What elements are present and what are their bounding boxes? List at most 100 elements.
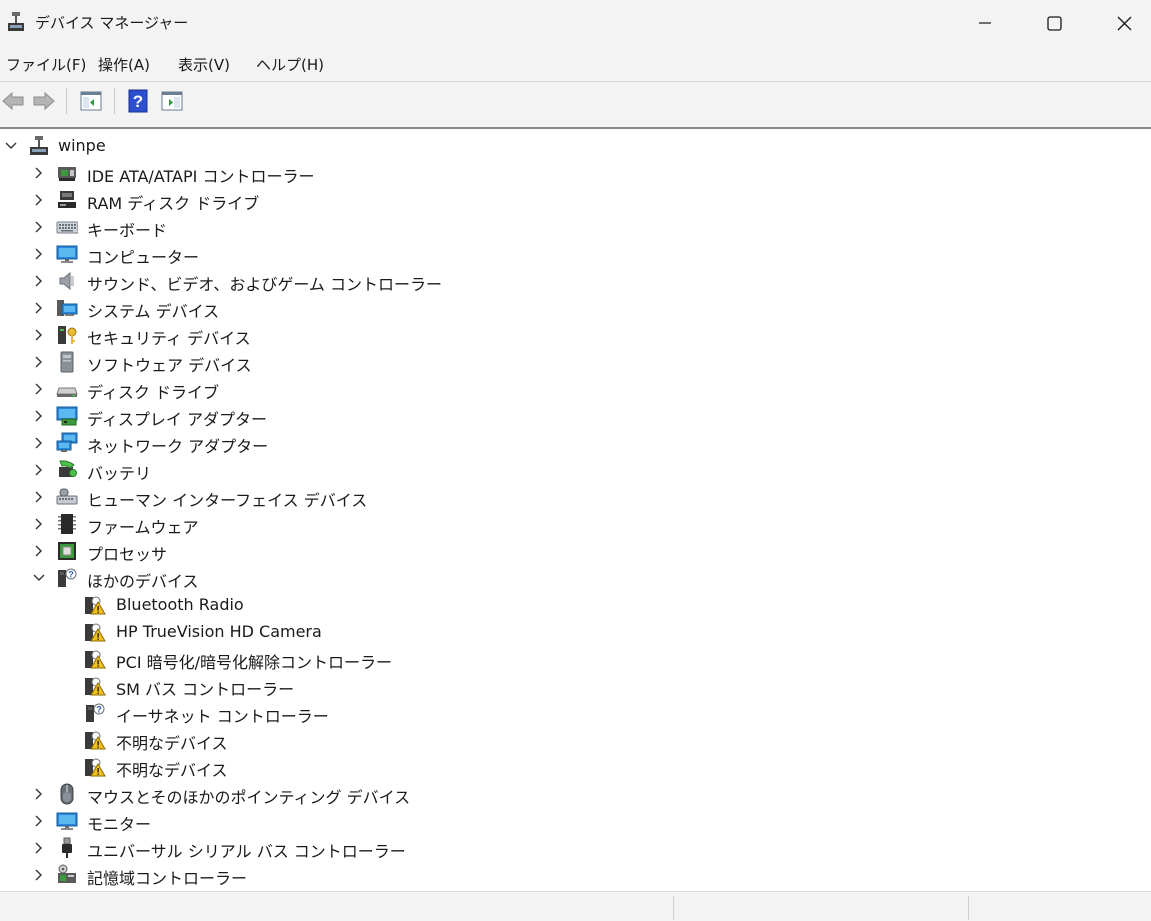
device-tree[interactable]: winpe IDE ATA/ATAPI コントローラー RAM ディスク ドライ…	[0, 127, 1151, 891]
device-item-label: Bluetooth Radio	[116, 595, 244, 614]
tree-category-display-adapter[interactable]: ディスプレイ アダプター	[0, 402, 500, 429]
tree-root-label: winpe	[58, 136, 106, 155]
device-item-label: イーサネット コントローラー	[116, 707, 329, 726]
chevron-right-icon[interactable]	[32, 193, 46, 207]
forward-button[interactable]	[31, 89, 57, 113]
show-hide-tree-button[interactable]	[78, 89, 104, 113]
computer-root-icon	[30, 136, 48, 155]
maximize-button[interactable]	[1031, 0, 1077, 46]
tree-category-disk[interactable]: ディスク ドライブ	[0, 375, 500, 402]
warning-device-icon	[85, 596, 106, 615]
menu-action[interactable]: 操作(A)	[98, 54, 150, 75]
speaker-icon	[59, 271, 74, 291]
chevron-right-icon[interactable]	[32, 544, 46, 558]
tree-category-label: ヒューマン インターフェイス デバイス	[87, 491, 368, 510]
tree-category-monitor[interactable]: モニター	[0, 807, 500, 834]
tree-category-other-devices[interactable]: ? ほかのデバイス	[0, 564, 500, 591]
chevron-right-icon[interactable]	[32, 382, 46, 396]
warning-device-icon	[85, 731, 106, 750]
network-adapter-icon	[56, 432, 78, 452]
help-button[interactable]: ?	[125, 89, 151, 113]
chevron-right-icon[interactable]	[32, 868, 46, 882]
chevron-right-icon[interactable]	[32, 355, 46, 369]
tree-category-computer[interactable]: コンピューター	[0, 240, 500, 267]
disk-drive-icon	[56, 387, 78, 397]
device-item-camera[interactable]: HP TrueVision HD Camera	[0, 618, 500, 645]
chevron-right-icon[interactable]	[32, 166, 46, 180]
close-button[interactable]	[1101, 0, 1147, 46]
action-pane-button[interactable]	[159, 89, 185, 113]
chevron-right-icon[interactable]	[32, 787, 46, 801]
chevron-right-icon[interactable]	[32, 841, 46, 855]
tree-category-battery[interactable]: バッテリ	[0, 456, 500, 483]
properties-icon	[80, 91, 102, 111]
device-item-label: 不明なデバイス	[116, 734, 228, 753]
tree-category-ide[interactable]: IDE ATA/ATAPI コントローラー	[0, 159, 500, 186]
chevron-right-icon[interactable]	[32, 301, 46, 315]
chevron-right-icon[interactable]	[32, 517, 46, 531]
tree-category-network-adapter[interactable]: ネットワーク アダプター	[0, 429, 500, 456]
tree-category-usb[interactable]: ユニバーサル シリアル バス コントローラー	[0, 834, 500, 861]
device-item-bluetooth[interactable]: Bluetooth Radio	[0, 591, 500, 618]
tree-category-system[interactable]: システム デバイス	[0, 294, 500, 321]
warning-device-icon	[85, 650, 106, 669]
unknown-device-icon: ?	[58, 568, 77, 587]
chevron-down-icon[interactable]	[4, 139, 18, 153]
storage-controller-icon	[58, 864, 76, 883]
tree-category-ram-disk[interactable]: RAM ディスク ドライブ	[0, 186, 500, 213]
svg-text:?: ?	[96, 705, 102, 715]
tree-category-security[interactable]: セキュリティ デバイス	[0, 321, 500, 348]
tree-category-label: セキュリティ デバイス	[87, 329, 251, 348]
device-item-unknown[interactable]: 不明なデバイス	[0, 726, 500, 753]
computer-icon	[56, 245, 78, 263]
chevron-right-icon[interactable]	[32, 220, 46, 234]
toolbar: ?	[0, 81, 1151, 120]
keyboard-icon	[56, 221, 78, 234]
tree-category-label: マウスとそのほかのポインティング デバイス	[87, 788, 411, 807]
chevron-right-icon[interactable]	[32, 274, 46, 288]
tree-category-processor[interactable]: プロセッサ	[0, 537, 500, 564]
chevron-right-icon[interactable]	[32, 247, 46, 261]
chevron-right-icon[interactable]	[32, 463, 46, 477]
action-pane-icon	[161, 91, 183, 111]
tree-category-label: バッテリ	[87, 464, 152, 483]
tree-category-sound[interactable]: サウンド、ビデオ、およびゲーム コントローラー	[0, 267, 500, 294]
device-item-sm-bus[interactable]: SM バス コントローラー	[0, 672, 500, 699]
device-manager-icon	[8, 12, 24, 31]
chevron-right-icon[interactable]	[32, 814, 46, 828]
title-bar[interactable]: デバイス マネージャー	[0, 0, 1151, 46]
device-item-unknown[interactable]: 不明なデバイス	[0, 753, 500, 780]
chevron-right-icon[interactable]	[32, 490, 46, 504]
menu-file[interactable]: ファイル(F)	[6, 54, 86, 75]
minimize-button[interactable]	[962, 0, 1008, 46]
tree-category-mouse[interactable]: マウスとそのほかのポインティング デバイス	[0, 780, 500, 807]
chevron-right-icon[interactable]	[32, 328, 46, 342]
ram-disk-icon	[58, 191, 76, 208]
chevron-right-icon[interactable]	[32, 436, 46, 450]
tree-category-label: ネットワーク アダプター	[87, 437, 269, 456]
device-item-ethernet[interactable]: ? イーサネット コントローラー	[0, 699, 500, 726]
display-adapter-icon	[56, 406, 78, 426]
mouse-icon	[60, 783, 74, 805]
close-icon	[1117, 16, 1131, 30]
tree-category-storage[interactable]: 記憶域コントローラー	[0, 861, 500, 888]
tree-category-software[interactable]: ソフトウェア デバイス	[0, 348, 500, 375]
tree-category-label: 記憶域コントローラー	[87, 869, 248, 888]
menu-help[interactable]: ヘルプ(H)	[256, 54, 324, 75]
chevron-right-icon[interactable]	[32, 409, 46, 423]
tree-category-firmware[interactable]: ファームウェア	[0, 510, 500, 537]
device-item-pci-crypto[interactable]: PCI 暗号化/暗号化解除コントローラー	[0, 645, 500, 672]
toolbar-separator	[114, 88, 115, 114]
toolbar-separator	[66, 88, 67, 114]
device-item-label: HP TrueVision HD Camera	[116, 622, 322, 641]
tree-category-hid[interactable]: ヒューマン インターフェイス デバイス	[0, 483, 500, 510]
tree-category-keyboard[interactable]: キーボード	[0, 213, 500, 240]
software-device-icon	[60, 351, 74, 373]
back-button[interactable]	[0, 89, 26, 113]
tree-root[interactable]: winpe	[0, 132, 400, 159]
tree-category-label: プロセッサ	[87, 545, 168, 564]
menu-view[interactable]: 表示(V)	[178, 54, 230, 75]
ide-controller-icon	[58, 167, 76, 181]
maximize-icon	[1046, 15, 1062, 31]
chevron-down-icon[interactable]	[32, 571, 46, 585]
